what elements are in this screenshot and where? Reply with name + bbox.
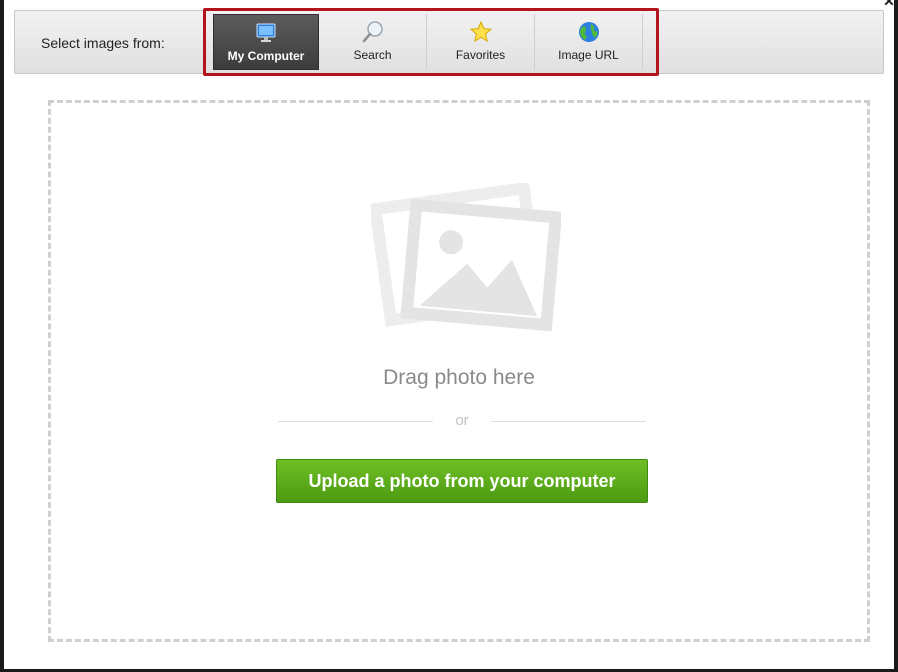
tab-search-label: Search [353,48,392,62]
source-label: Select images from: [41,35,165,51]
image-picker-dialog: ✕ Select images from: My Computer Search [0,0,898,672]
source-tabs-group: My Computer Search Favorites Image URL [203,8,659,76]
tab-favorites[interactable]: Favorites [427,14,535,70]
photo-stack-icon [371,183,561,332]
tab-my-computer[interactable]: My Computer [213,14,319,70]
upload-photo-button[interactable]: Upload a photo from your computer [276,459,648,503]
tab-my-computer-label: My Computer [227,49,305,63]
or-divider: or [278,411,646,431]
drag-photo-text: Drag photo here [383,366,535,389]
drop-zone[interactable]: Drag photo here or Upload a photo from y… [48,100,870,642]
monitor-icon [256,23,276,42]
magnifier-icon [362,21,383,43]
tab-image-url-label: Image URL [558,48,619,62]
close-icon[interactable]: ✕ [882,0,896,8]
tab-search[interactable]: Search [319,14,427,70]
tab-image-url[interactable]: Image URL [535,14,643,70]
tab-favorites-label: Favorites [455,48,506,62]
globe-icon [578,22,599,42]
star-icon [469,20,492,43]
divider-line-right [491,421,646,422]
source-toolbar: Select images from: My Computer Search F… [14,8,884,76]
